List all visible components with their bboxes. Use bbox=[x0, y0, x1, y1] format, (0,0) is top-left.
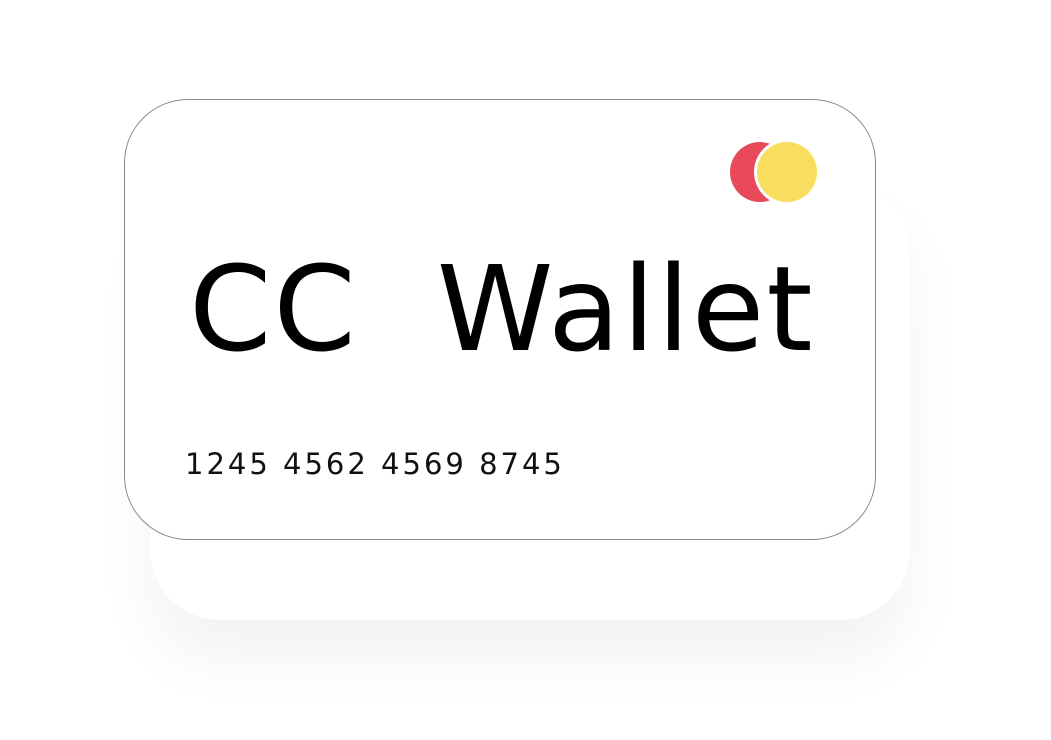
app-title: CC Wallet bbox=[189, 240, 815, 378]
card-number: 1245 4562 4569 8745 bbox=[185, 447, 565, 481]
logo-yellow-circle bbox=[757, 142, 817, 202]
card-network-logo-icon bbox=[730, 141, 819, 205]
app-canvas: CC Wallet 1245 4562 4569 8745 bbox=[0, 0, 1051, 740]
credit-card: CC Wallet 1245 4562 4569 8745 bbox=[124, 99, 876, 540]
